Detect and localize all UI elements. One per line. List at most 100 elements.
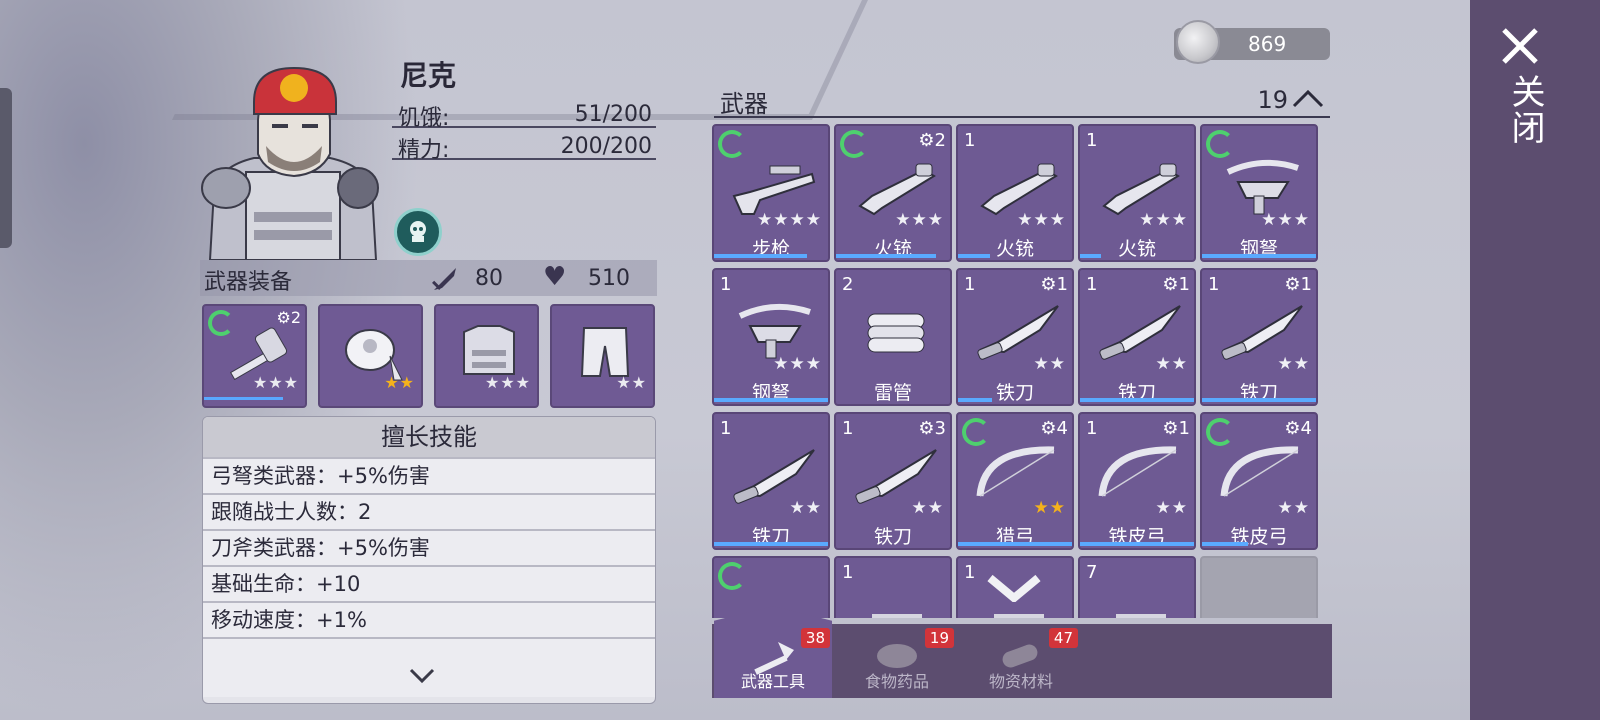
durability-bar (714, 398, 828, 402)
item-quantity: 1 (720, 418, 732, 439)
durability-bar (958, 254, 990, 258)
tab-weapons-tools[interactable]: 38 武器工具 (714, 606, 832, 698)
rarity-stars: ★★ (1155, 498, 1188, 518)
durability-bar (958, 542, 1072, 546)
item-quantity: 1 (964, 130, 976, 151)
character-name: 尼克 (400, 59, 457, 92)
collapse-chevron-up-icon[interactable] (1292, 86, 1324, 110)
skills-panel: 擅长技能 弓弩类武器：+5%伤害 跟随战士人数：2 刀斧类武器：+5%伤害 基础… (202, 416, 656, 704)
item-quantity: 1 (964, 274, 976, 295)
durability-bar (714, 542, 828, 546)
equip-slot-head[interactable]: ★★ (318, 304, 423, 408)
durability-bar (1080, 398, 1194, 402)
item-quantity: 7 (1086, 562, 1098, 583)
weapon-icon (1116, 614, 1166, 618)
equip-slot-legs[interactable]: ★★ (550, 304, 655, 408)
rarity-stars: ★★ (384, 373, 415, 392)
category-tab-bar: 38 武器工具 19 食物药品 47 物资材料 (712, 606, 1332, 698)
close-panel[interactable]: 关闭 (1470, 0, 1600, 720)
equip-slot-body[interactable]: ★★★ (434, 304, 539, 408)
inventory-card[interactable]: 1 ★★★ 火铳 (1078, 124, 1196, 262)
inventory-card[interactable]: 1 ⚙1 ★★ 铁刀 (956, 268, 1074, 406)
knife-icon (1099, 305, 1181, 360)
close-icon[interactable] (1500, 26, 1540, 66)
skill-item: 基础生命：+10 (203, 565, 655, 601)
rarity-stars: ★★ (911, 498, 944, 518)
inventory-card[interactable]: ⚙4 ★★ 猎弓 (956, 412, 1074, 550)
skill-item: 刀斧类武器：+5%伤害 (203, 529, 655, 565)
rarity-stars: ★★ (1155, 354, 1188, 374)
inventory-card[interactable]: 1 ★★ 铁刀 (712, 412, 830, 550)
inventory-card[interactable]: ⚙2 ★★★ 火铳 (834, 124, 952, 262)
dynamite-icon (867, 313, 925, 353)
expand-chevron-icon[interactable] (408, 661, 436, 689)
energy-row: 精力: 200/200 (392, 130, 656, 163)
knife-icon (977, 305, 1059, 360)
blunderbuss-icon (858, 163, 936, 216)
inventory-card[interactable]: 1 (834, 556, 952, 618)
inventory-card[interactable]: ⚙4 ★★ 铁皮弓 (1200, 412, 1318, 550)
attack-value: 80 (475, 266, 503, 291)
item-quantity: 1 (1208, 274, 1220, 295)
tab-badge: 19 (924, 628, 954, 648)
item-quantity: 1 (720, 274, 732, 295)
coin-count: 869 (1248, 32, 1287, 56)
hunger-value: 51/200 (574, 102, 652, 127)
durability-bar (204, 397, 283, 400)
item-level: ⚙3 (918, 418, 946, 439)
item-level: ⚙4 (1284, 418, 1312, 439)
item-quantity: 1 (1086, 274, 1098, 295)
item-level: ⚙1 (1040, 274, 1068, 295)
trait-skull-icon[interactable] (394, 208, 442, 256)
rifle-icon (732, 165, 816, 215)
equipment-title: 武器装备 (204, 270, 293, 295)
item-name: 铁刀 (873, 526, 912, 548)
inventory-card[interactable]: 1 ⚙1 ★★ 铁刀 (1200, 268, 1318, 406)
durability-bar (1080, 542, 1194, 546)
rarity-stars: ★★ (1277, 498, 1310, 518)
tab-food-medicine[interactable]: 19 食物药品 (838, 624, 956, 698)
inventory-card[interactable]: 1 ★★★ 火铳 (956, 124, 1074, 262)
inventory-card[interactable]: 1 ★★★ 钢弩 (712, 268, 830, 406)
energy-value: 200/200 (560, 134, 652, 159)
inventory-card[interactable]: 1 ⚙1 ★★ 铁皮弓 (1078, 412, 1196, 550)
item-level: ⚙1 (1162, 274, 1190, 295)
tab-label: 食物药品 (864, 672, 929, 691)
inventory-card[interactable]: 1 ⚙3 ★★ 铁刀 (834, 412, 952, 550)
tab-label: 物资材料 (988, 672, 1053, 691)
health-heart-icon: ♥ (543, 262, 567, 292)
item-quantity: 1 (842, 418, 854, 439)
durability-bar (836, 254, 937, 258)
scroll-down-chevron-icon[interactable] (986, 572, 1042, 602)
health-value: 510 (588, 266, 630, 291)
rarity-stars: ★★ (1033, 498, 1066, 518)
inventory-card[interactable]: 7 (1078, 556, 1196, 618)
tab-materials[interactable]: 47 物资材料 (962, 624, 1080, 698)
rarity-stars: ★★ (1277, 354, 1310, 374)
close-label: 关闭 (1505, 74, 1545, 146)
bow-icon (976, 446, 1055, 497)
side-drawer-handle[interactable] (0, 88, 12, 248)
blunderbuss-icon (980, 163, 1058, 216)
crossbow-icon (1226, 159, 1299, 215)
section-count: 19 (1257, 86, 1288, 114)
crossbow-icon (738, 303, 811, 359)
knife-icon (733, 449, 815, 504)
skills-title: 擅长技能 (203, 417, 655, 457)
inventory-section-header[interactable]: 武器 19 (714, 80, 1330, 118)
inventory-card[interactable]: 1 ⚙1 ★★ 铁刀 (1078, 268, 1196, 406)
inventory-card[interactable]: ★★★★ 步枪 (712, 124, 830, 262)
skill-item: 跟随战士人数：2 (203, 493, 655, 529)
weapon-icon (872, 614, 922, 618)
item-quantity: 1 (1086, 130, 1098, 151)
item-quantity: 1 (964, 562, 976, 583)
equip-slot-weapon[interactable]: ⚙2 ★★★ (202, 304, 307, 408)
inventory-card[interactable]: ★★★ 钢弩 (1200, 124, 1318, 262)
coin-stack-icon (1176, 20, 1220, 64)
durability-bar (1202, 542, 1248, 546)
bow-icon (1098, 446, 1177, 497)
inventory-card[interactable]: 2 雷管 (834, 268, 952, 406)
item-quantity: 1 (842, 562, 854, 583)
item-level: ⚙4 (1040, 418, 1068, 439)
bow-icon (1220, 446, 1299, 497)
